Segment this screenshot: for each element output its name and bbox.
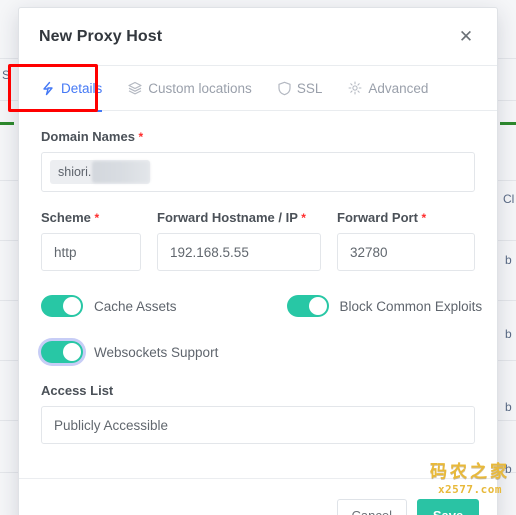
label-text: Scheme xyxy=(41,210,91,225)
toggle-group: Cache Assets Block Common Exploits Webso… xyxy=(41,291,482,367)
forward-settings-row: Scheme * http Forward Hostname / IP * 19… xyxy=(41,210,475,271)
modal-header: New Proxy Host ✕ xyxy=(19,8,497,66)
access-list-select[interactable]: Publicly Accessible xyxy=(41,406,475,444)
toggle-websockets-support[interactable]: Websockets Support xyxy=(41,341,218,363)
tab-label: Advanced xyxy=(368,80,429,96)
toggle-row-2: Websockets Support xyxy=(41,337,475,367)
tab-custom-locations[interactable]: Custom locations xyxy=(128,66,252,111)
field-scheme: Scheme * http xyxy=(41,210,141,271)
redacted-blur xyxy=(92,161,151,183)
bg-green-bar xyxy=(500,122,516,125)
toggle-row-1: Cache Assets Block Common Exploits xyxy=(41,291,482,321)
modal-tabs: Details Custom locations SSL Advanced xyxy=(19,66,497,112)
scheme-label: Scheme * xyxy=(41,210,141,225)
scheme-select[interactable]: http xyxy=(41,233,141,271)
layers-icon xyxy=(128,81,142,95)
forward-hostname-label: Forward Hostname / IP * xyxy=(157,210,321,225)
tab-ssl[interactable]: SSL xyxy=(278,66,323,111)
label-text: Forward Port xyxy=(337,210,418,225)
tab-advanced[interactable]: Advanced xyxy=(348,66,428,111)
page-title: New Proxy Host xyxy=(39,27,163,45)
toggle-label: Cache Assets xyxy=(94,298,177,314)
bg-text-fragment: b xyxy=(505,253,512,267)
toggle-label: Websockets Support xyxy=(94,344,219,360)
required-marker: * xyxy=(94,211,100,225)
switch-knob xyxy=(308,297,327,315)
field-forward-port: Forward Port * 32780 xyxy=(337,210,475,271)
cancel-button[interactable]: Cancel xyxy=(336,498,407,515)
forward-port-label: Forward Port * xyxy=(337,210,475,225)
new-proxy-host-modal: New Proxy Host ✕ Details Custom location… xyxy=(18,7,498,515)
bg-text-fragment: S xyxy=(2,68,11,82)
tab-label: SSL xyxy=(296,80,323,96)
field-forward-hostname: Forward Hostname / IP * 192.168.5.55 xyxy=(157,210,321,271)
switch-knob xyxy=(63,343,81,361)
save-button[interactable]: Save xyxy=(417,498,479,515)
forward-port-input[interactable]: 32780 xyxy=(337,233,475,271)
shield-icon xyxy=(278,81,291,96)
tab-label: Details xyxy=(61,80,103,96)
field-domain-names: Domain Names * shiori. xyxy=(41,129,475,192)
toggle-block-common-exploits[interactable]: Block Common Exploits xyxy=(286,295,483,317)
toggle-cache-assets[interactable]: Cache Assets xyxy=(41,295,177,317)
bg-green-bar xyxy=(0,122,14,125)
close-icon[interactable]: ✕ xyxy=(453,24,479,50)
switch-track[interactable] xyxy=(41,341,83,363)
modal-footer: Cancel Save xyxy=(19,478,497,515)
bg-text-fragment: b xyxy=(505,327,512,341)
domain-tag[interactable]: shiori. xyxy=(50,160,151,184)
bg-text-fragment: Cl xyxy=(503,192,515,206)
tab-label: Custom locations xyxy=(148,80,252,96)
required-marker: * xyxy=(421,211,427,225)
bolt-icon xyxy=(41,81,55,96)
modal-body: Domain Names * shiori. Scheme * http For… xyxy=(19,111,497,444)
forward-hostname-input[interactable]: 192.168.5.55 xyxy=(157,233,321,271)
domain-tag-label: shiori. xyxy=(58,165,92,179)
label-text: Domain Names xyxy=(41,129,135,144)
bg-text-fragment: b xyxy=(505,462,512,476)
label-text: Forward Hostname / IP xyxy=(157,210,298,225)
switch-knob xyxy=(63,297,81,315)
domain-names-label: Domain Names * xyxy=(41,129,475,144)
gear-icon xyxy=(348,81,362,95)
required-marker: * xyxy=(301,211,306,225)
domain-names-input[interactable]: shiori. xyxy=(41,152,475,192)
switch-track[interactable] xyxy=(286,295,329,317)
switch-track[interactable] xyxy=(41,295,83,317)
access-list-label: Access List xyxy=(41,383,114,398)
tab-details[interactable]: Details xyxy=(41,66,103,112)
required-marker: * xyxy=(138,130,144,144)
bg-text-fragment: b xyxy=(505,400,512,414)
toggle-label: Block Common Exploits xyxy=(339,298,483,314)
field-access-list: Access List Publicly Accessible xyxy=(41,383,475,444)
